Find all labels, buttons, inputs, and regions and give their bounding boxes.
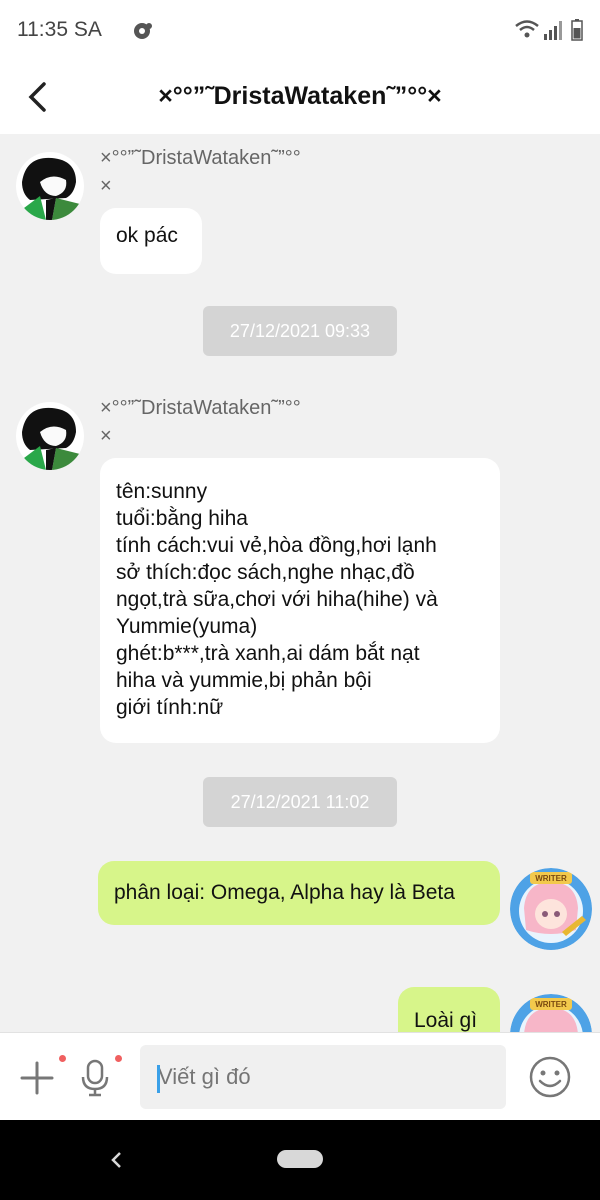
message-list[interactable]: ×°°”˜DristaWataken˜”°° × ok pác 27/12/20… xyxy=(0,134,600,1032)
system-status-icons xyxy=(514,18,584,47)
attach-notification-dot xyxy=(59,1055,66,1062)
chevron-left-icon xyxy=(28,82,46,112)
message-bubble[interactable]: ok pác xyxy=(100,208,202,274)
message-input[interactable] xyxy=(140,1045,506,1109)
signal-icon xyxy=(544,21,562,40)
attach-button[interactable] xyxy=(20,1061,54,1095)
battery-icon xyxy=(571,19,583,41)
nav-back-button[interactable] xyxy=(106,1148,126,1177)
voice-notification-dot xyxy=(115,1055,122,1062)
sender-avatar[interactable] xyxy=(16,152,84,220)
status-bar: 11:35 SA xyxy=(0,0,600,60)
timestamp-divider: 27/12/2021 09:33 xyxy=(203,306,397,356)
nav-home-button[interactable] xyxy=(277,1150,323,1168)
plus-icon xyxy=(20,1061,54,1095)
status-time: 11:35 SA xyxy=(17,18,102,41)
writer-badge: WRITER xyxy=(535,1000,567,1009)
text-cursor xyxy=(157,1065,160,1093)
system-navigation-bar xyxy=(0,1120,600,1200)
my-avatar[interactable]: WRITER xyxy=(510,994,592,1032)
sender-name: ×°°”˜DristaWataken˜”°° × xyxy=(100,147,301,197)
voice-button[interactable] xyxy=(80,1059,110,1097)
my-avatar[interactable]: WRITER xyxy=(510,868,592,950)
writer-badge: WRITER xyxy=(535,874,567,883)
microphone-icon xyxy=(81,1059,109,1097)
chat-header: ×°°”˜DristaWataken˜”°°× xyxy=(0,60,600,134)
back-button[interactable] xyxy=(22,78,56,116)
timestamp-divider: 27/12/2021 11:02 xyxy=(203,777,397,827)
message-bubble[interactable]: tên:sunny tuổi:bằng hiha tính cách:vui v… xyxy=(100,458,500,743)
smiley-icon xyxy=(529,1056,571,1098)
sender-name: ×°°”˜DristaWataken˜”°° × xyxy=(100,397,301,447)
chat-title: ×°°”˜DristaWataken˜”°°× xyxy=(158,82,442,110)
wifi-icon xyxy=(515,20,539,38)
sender-avatar[interactable] xyxy=(16,402,84,470)
chevron-left-icon xyxy=(111,1152,121,1168)
emoji-button[interactable] xyxy=(528,1055,572,1099)
notification-icon xyxy=(131,20,153,47)
composer-bar xyxy=(0,1032,600,1120)
my-message-bubble[interactable]: Loài gì xyxy=(398,987,500,1032)
my-message-bubble[interactable]: phân loại: Omega, Alpha hay là Beta xyxy=(98,861,500,925)
